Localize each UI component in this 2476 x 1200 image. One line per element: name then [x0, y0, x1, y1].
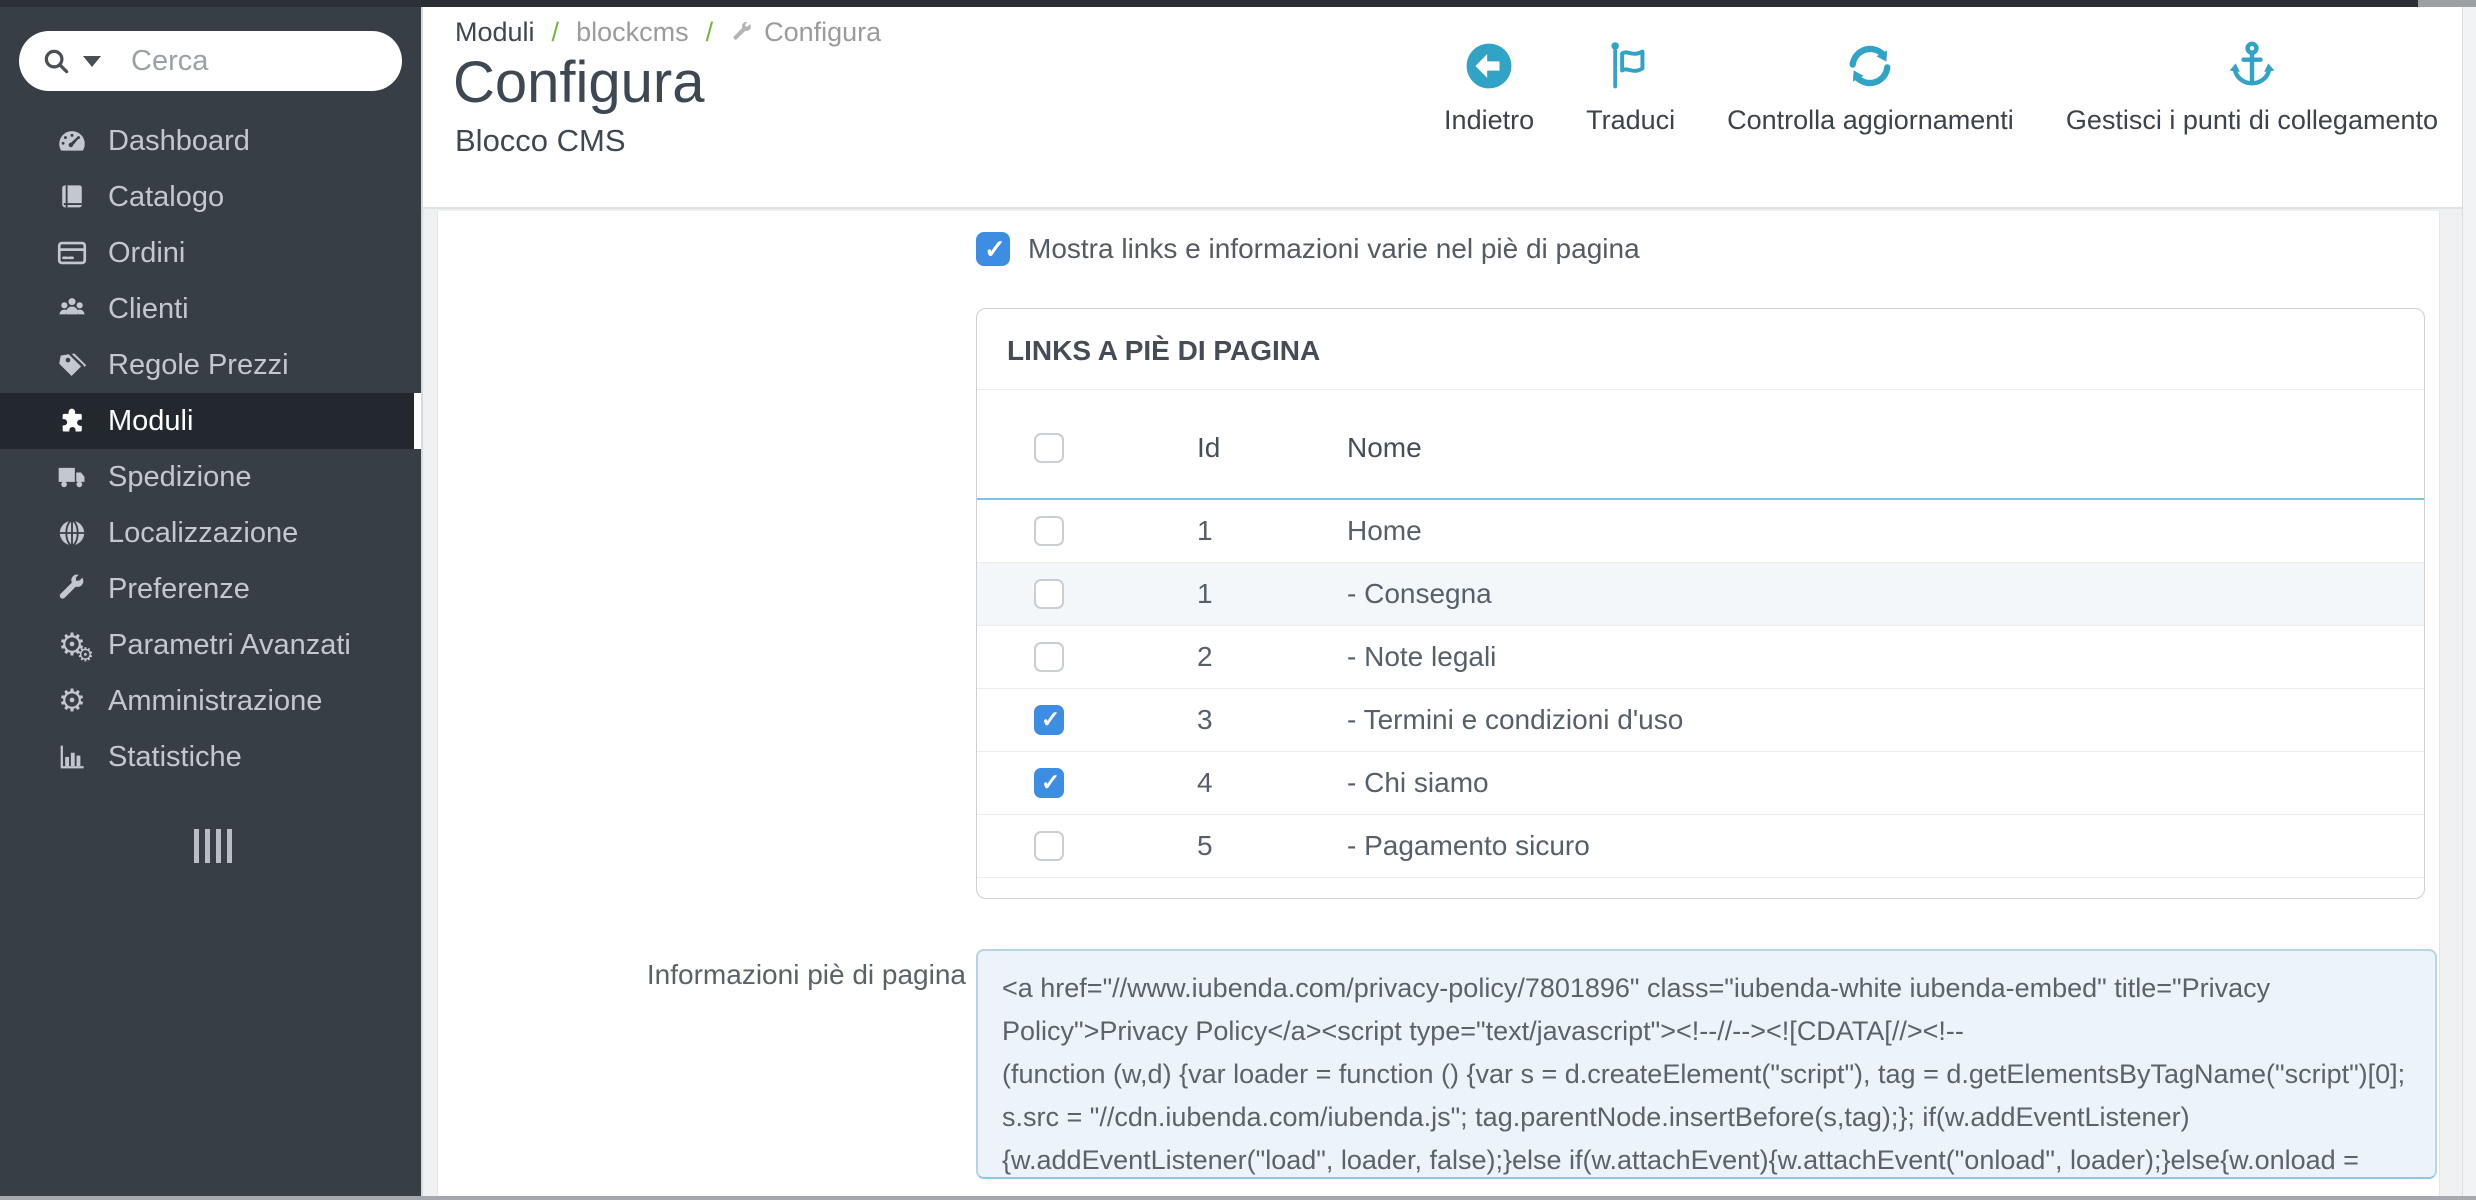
toolbar-button-traduci[interactable]: Traduci [1586, 37, 1675, 136]
footer-links-panel-title: LINKS A PIÈ DI PAGINA [977, 309, 2424, 390]
users-icon [50, 292, 94, 326]
select-all-checkbox[interactable] [1034, 433, 1064, 463]
window-top-strip [0, 0, 2476, 7]
row-checkbox[interactable] [1034, 579, 1064, 609]
table-body: 1 Home 1 - Consegna 2 - Note legali 3 - … [977, 500, 2424, 878]
table-row: 3 - Termini e condizioni d'uso [977, 689, 2424, 752]
row-name: - Note legali [1347, 641, 2424, 673]
table-row: 5 - Pagamento sicuro [977, 815, 2424, 878]
cogs-icon: ⚙⚙ [50, 630, 94, 661]
window-top-strip-corner [2418, 0, 2476, 7]
row-name: - Consegna [1347, 578, 2424, 610]
row-name: - Pagamento sicuro [1347, 830, 2424, 862]
sidebar-item-catalogo[interactable]: Catalogo [0, 169, 421, 225]
footer-links-panel: LINKS A PIÈ DI PAGINA Id Nome 1 Home 1 -… [976, 308, 2425, 899]
table-row: 1 Home [977, 500, 2424, 563]
refresh-icon [1842, 37, 1898, 95]
scrollbar[interactable] [2462, 7, 2476, 1200]
page-header: Moduli / blockcms / Configura Configura … [423, 7, 2462, 209]
sidebar-nav: Dashboard Catalogo Ordini Clienti Regole… [0, 113, 421, 785]
table-row: 2 - Note legali [977, 626, 2424, 689]
sidebar-item-preferenze[interactable]: Preferenze [0, 561, 421, 617]
toolbar-button-controlla-aggiornamenti[interactable]: Controlla aggiornamenti [1727, 37, 2014, 136]
page-title: Configura [453, 49, 704, 116]
sidebar-item-ordini[interactable]: Ordini [0, 225, 421, 281]
row-checkbox[interactable] [1034, 831, 1064, 861]
search-box[interactable] [19, 31, 402, 91]
sidebar-item-parametri-avanzati[interactable]: ⚙⚙ Parametri Avanzati [0, 617, 421, 673]
footer-info-label: Informazioni piè di pagina [438, 949, 966, 1179]
row-checkbox[interactable] [1034, 642, 1064, 672]
main-area: Moduli / blockcms / Configura Configura … [421, 7, 2462, 1200]
gear-icon: ⚙ [50, 686, 94, 717]
sidebar: Dashboard Catalogo Ordini Clienti Regole… [0, 7, 421, 1200]
column-header-id: Id [1197, 432, 1347, 464]
breadcrumb-moduli[interactable]: Moduli [455, 17, 535, 48]
row-id: 2 [1197, 641, 1347, 673]
show-links-checkbox[interactable] [976, 232, 1010, 266]
bar-chart-icon [50, 740, 94, 774]
page-subtitle: Blocco CMS [455, 123, 626, 159]
breadcrumb: Moduli / blockcms / Configura [455, 17, 881, 48]
column-header-nome: Nome [1347, 432, 2424, 464]
show-links-label: Mostra links e informazioni varie nel pi… [1028, 233, 1640, 265]
breadcrumb-separator: / [552, 17, 560, 48]
breadcrumb-separator: / [706, 17, 714, 48]
search-input[interactable] [131, 45, 380, 78]
sidebar-item-dashboard[interactable]: Dashboard [0, 113, 421, 169]
breadcrumb-configura: Configura [764, 17, 881, 48]
sidebar-collapse-handle[interactable] [194, 829, 232, 863]
row-checkbox[interactable] [1034, 516, 1064, 546]
table-row: 4 - Chi siamo [977, 752, 2424, 815]
flag-icon [1603, 37, 1659, 95]
tachometer-icon [50, 124, 94, 158]
wrench-icon [50, 572, 94, 606]
toolbar: Indietro Traduci Controlla aggiornamenti… [1444, 37, 2438, 136]
sidebar-item-spedizione[interactable]: Spedizione [0, 449, 421, 505]
breadcrumb-blockcms[interactable]: blockcms [576, 17, 689, 48]
sidebar-item-moduli[interactable]: Moduli [0, 393, 421, 449]
footer-info-row: Informazioni piè di pagina <a href="//ww… [438, 949, 2439, 1179]
row-checkbox[interactable] [1034, 705, 1064, 735]
wrench-icon [730, 20, 755, 45]
search-icon [41, 46, 71, 76]
sidebar-item-statistiche[interactable]: Statistiche [0, 729, 421, 785]
arrow-circle-left-icon [1461, 37, 1517, 95]
globe-icon [50, 516, 94, 550]
anchor-icon [2224, 37, 2280, 95]
row-id: 4 [1197, 767, 1347, 799]
row-checkbox[interactable] [1034, 768, 1064, 798]
sidebar-item-regole-prezzi[interactable]: Regole Prezzi [0, 337, 421, 393]
toolbar-button-gestisci-i-punti-di-collegamento[interactable]: Gestisci i punti di collegamento [2066, 37, 2438, 136]
row-name: - Chi siamo [1347, 767, 2424, 799]
row-name: Home [1347, 515, 2424, 547]
book-icon [50, 180, 94, 214]
puzzle-icon [50, 404, 94, 438]
credit-card-icon [50, 236, 94, 270]
sidebar-item-amministrazione[interactable]: ⚙ Amministrazione [0, 673, 421, 729]
row-id: 5 [1197, 830, 1347, 862]
tags-icon [50, 348, 94, 382]
toolbar-button-indietro[interactable]: Indietro [1444, 37, 1534, 136]
sidebar-item-localizzazione[interactable]: Localizzazione [0, 505, 421, 561]
footer-info-textarea[interactable]: <a href="//www.iubenda.com/privacy-polic… [976, 949, 2437, 1179]
truck-icon [50, 460, 94, 494]
sidebar-item-clienti[interactable]: Clienti [0, 281, 421, 337]
row-id: 1 [1197, 578, 1347, 610]
window-bottom-edge [0, 1196, 2476, 1200]
row-id: 1 [1197, 515, 1347, 547]
search-scope-caret-icon[interactable] [83, 56, 101, 67]
table-header-row: Id Nome [977, 390, 2424, 500]
show-links-row: Mostra links e informazioni varie nel pi… [976, 232, 2439, 266]
row-id: 3 [1197, 704, 1347, 736]
module-config-form: Mostra links e informazioni varie nel pi… [437, 211, 2440, 1200]
row-name: - Termini e condizioni d'uso [1347, 704, 2424, 736]
table-row: 1 - Consegna [977, 563, 2424, 626]
